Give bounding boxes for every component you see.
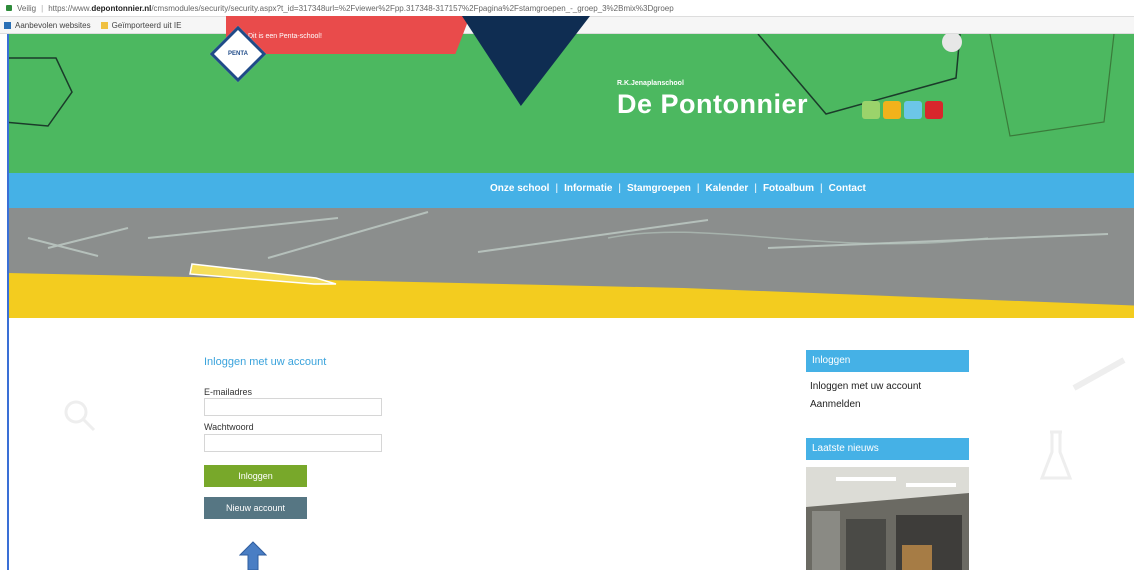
login-title: Inloggen met uw account [204, 356, 327, 368]
penta-logo-text: PENTA [228, 51, 248, 57]
nav-stamgroepen[interactable]: Stamgroepen [627, 183, 691, 194]
magnifier-decoration-icon [64, 400, 96, 432]
address-separator: | [41, 3, 44, 13]
folder-icon [100, 21, 108, 29]
pencil-icon [189, 263, 337, 285]
email-label: E-mailadres [204, 387, 253, 397]
pencil-decoration-icon [1072, 357, 1126, 391]
nav-fotoalbum[interactable]: Fotoalbum [763, 183, 814, 194]
outline-decoration-right [989, 34, 1115, 137]
password-field[interactable] [204, 434, 382, 452]
main-nav: Onze school | Informatie | Stamgroepen |… [8, 173, 1134, 208]
globe-icon [904, 101, 922, 119]
nav-separator: | [820, 183, 823, 194]
url-prefix: https://www. [48, 3, 92, 13]
new-account-button[interactable]: Nieuw account [204, 497, 307, 519]
flask-decoration-icon [1039, 430, 1073, 480]
login-button[interactable]: Inloggen [204, 465, 307, 487]
nav-kalender[interactable]: Kalender [706, 183, 749, 194]
header-photo-banner [8, 208, 1134, 318]
sidebar-register-link[interactable]: Aanmelden [810, 399, 861, 410]
browser-address-bar[interactable]: Veilig | https://www. depontonnier.nl/cms… [0, 0, 1134, 17]
nav-separator: | [555, 183, 559, 194]
penta-tagline: Dit is een Penta-school! [248, 33, 322, 40]
nav-onze-school[interactable]: Onze school [490, 183, 549, 194]
nav-informatie[interactable]: Informatie [564, 183, 612, 194]
book-icon [883, 101, 901, 119]
sidebar-login-link[interactable]: Inloggen met uw account [810, 381, 921, 392]
bookmark-label: Aanbevolen websites [15, 20, 91, 30]
password-label: Wachtwoord [204, 422, 254, 432]
lock-icon [6, 5, 12, 11]
nav-contact[interactable]: Contact [829, 183, 866, 194]
site-header [8, 34, 1134, 173]
bookmark-imported[interactable]: Geïmporteerd uit IE [100, 20, 182, 30]
nav-separator: | [754, 183, 757, 194]
circle-decoration [942, 34, 962, 52]
hexagon-decoration [8, 57, 73, 127]
security-status: Veilig [17, 3, 37, 13]
news-image[interactable] [806, 467, 969, 570]
header-icons [862, 101, 943, 119]
window-edge [7, 34, 9, 570]
plant-icon [862, 101, 880, 119]
bookmark-label: Geïmporteerd uit IE [111, 20, 182, 30]
nav-separator: | [696, 183, 700, 194]
up-arrow-annotation-icon [239, 541, 267, 570]
sidebar-news-heading: Laatste nieuws [806, 438, 969, 460]
nav-menu: Onze school | Informatie | Stamgroepen |… [490, 183, 866, 194]
email-field[interactable] [204, 398, 382, 416]
gift-icon [925, 101, 943, 119]
url-path: /cmsmodules/security/security.aspx?t_id=… [151, 3, 674, 13]
url-host: depontonnier.nl [91, 3, 152, 13]
sidebar-login-heading: Inloggen [806, 350, 969, 372]
school-type: R.K.Jenaplanschool [617, 80, 684, 87]
school-name[interactable]: De Pontonnier [617, 89, 808, 120]
nav-separator: | [618, 183, 622, 194]
bookmark-icon [4, 21, 11, 29]
news-photo [806, 467, 969, 570]
bookmark-recommended[interactable]: Aanbevolen websites [4, 21, 91, 30]
